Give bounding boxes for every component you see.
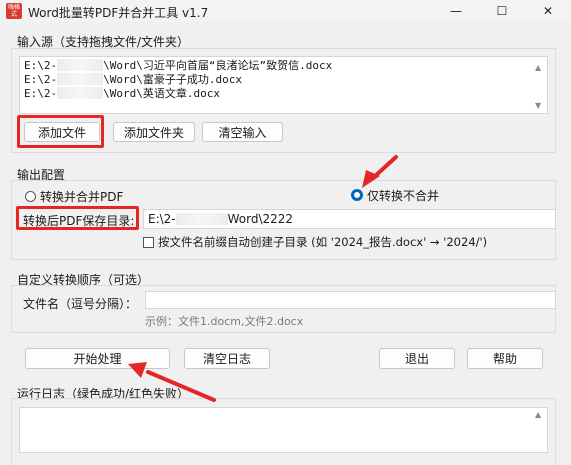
annotation-arrows-overlay [128, 155, 398, 402]
arrow-to-convert-only-icon [362, 155, 398, 188]
arrow-to-start-button-icon [128, 362, 216, 402]
